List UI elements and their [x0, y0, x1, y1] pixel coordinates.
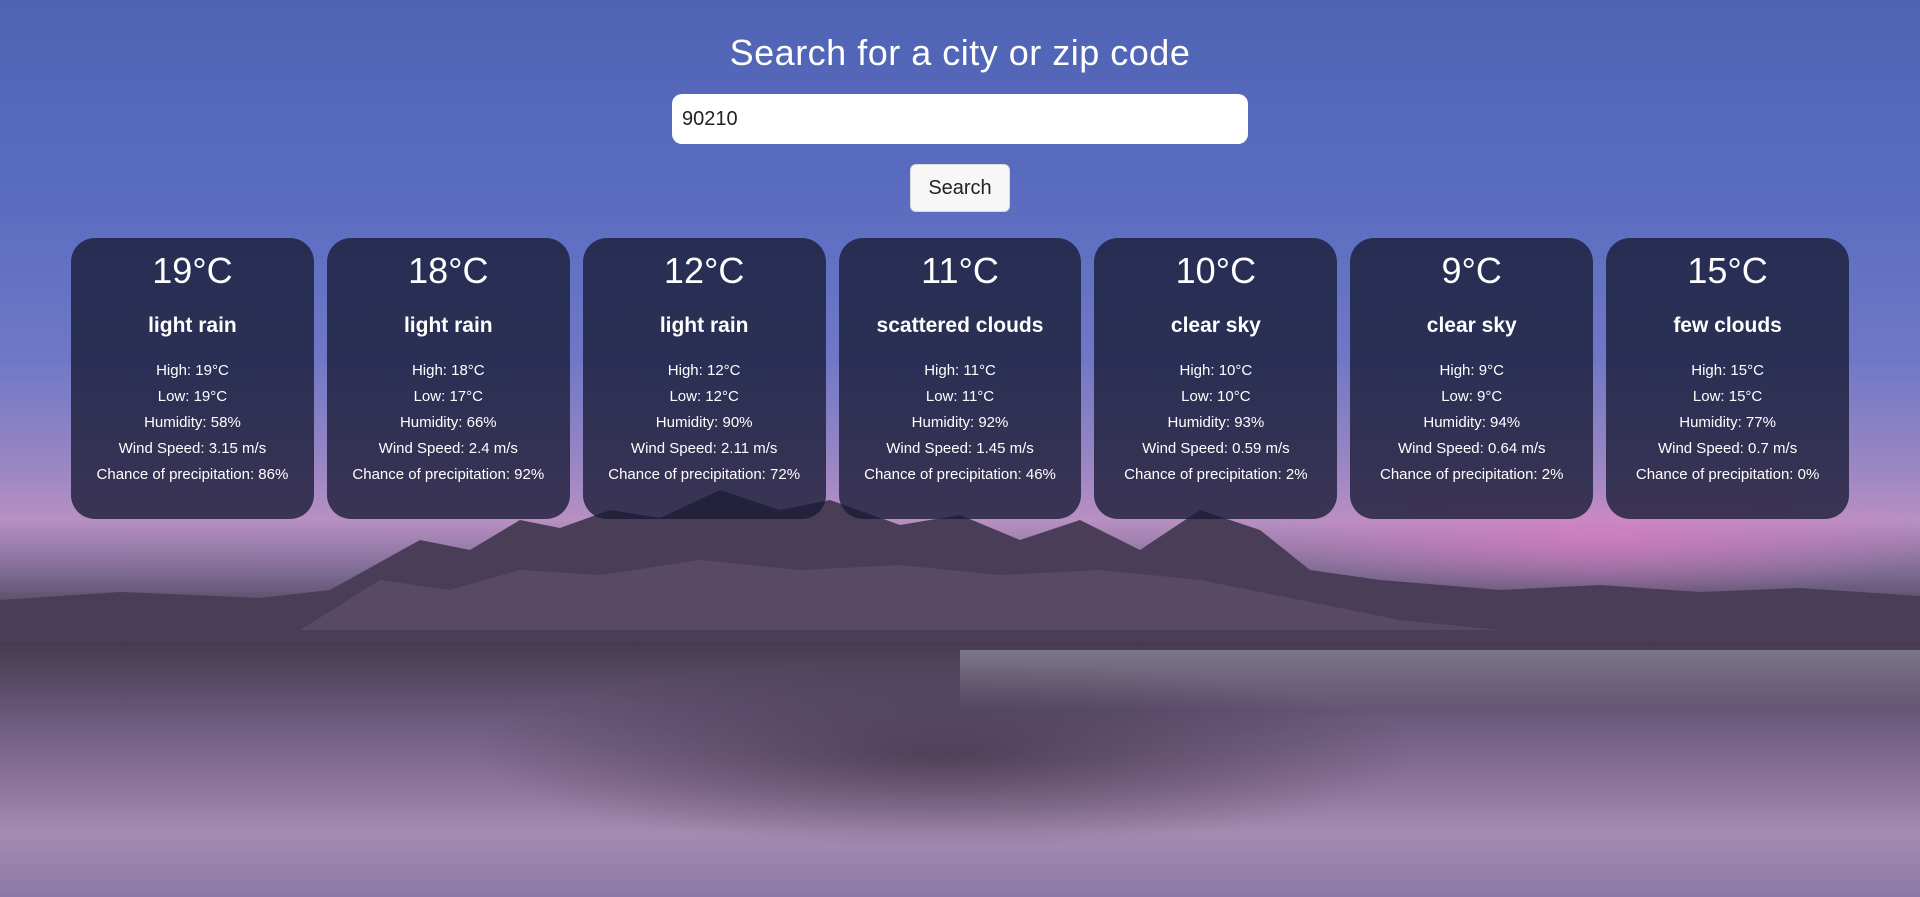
card-wind-speed: Wind Speed: 2.11 m/s [630, 440, 778, 457]
card-humidity: Humidity: 94% [1423, 414, 1521, 431]
forecast-card: 15°C few clouds High: 15°C Low: 15°C Hum… [1606, 238, 1850, 519]
card-description: clear sky [1426, 314, 1517, 337]
card-wind-speed: Wind Speed: 0.59 m/s [1142, 440, 1290, 457]
card-high: High: 18°C [411, 362, 485, 379]
card-description: clear sky [1170, 314, 1261, 337]
card-humidity: Humidity: 58% [144, 414, 241, 431]
card-description: few clouds [1673, 314, 1782, 337]
card-wind-speed: Wind Speed: 0.7 m/s [1657, 440, 1798, 457]
card-high: High: 15°C [1691, 362, 1764, 379]
card-precipitation: Chance of precipitation: 2% [1380, 466, 1564, 483]
card-details: High: 19°C Low: 19°C Humidity: 58% Wind … [97, 358, 289, 488]
search-input[interactable] [672, 94, 1248, 144]
card-high: High: 10°C [1179, 362, 1253, 379]
card-high: High: 11°C [924, 362, 996, 379]
forecast-card: 12°C light rain High: 12°C Low: 12°C Hum… [582, 238, 826, 519]
card-details: High: 9°C Low: 9°C Humidity: 94% Wind Sp… [1380, 358, 1563, 488]
forecast-card: 11°C scattered clouds High: 11°C Low: 11… [838, 238, 1082, 519]
card-temperature: 15°C [1687, 250, 1768, 291]
card-temperature: 18°C [408, 250, 489, 291]
card-humidity: Humidity: 93% [1167, 414, 1265, 431]
card-humidity: Humidity: 77% [1679, 414, 1776, 431]
card-precipitation: Chance of precipitation: 2% [1124, 466, 1308, 483]
card-wind-speed: Wind Speed: 2.4 m/s [378, 440, 518, 457]
forecast-card: 10°C clear sky High: 10°C Low: 10°C Humi… [1094, 238, 1338, 519]
card-high: High: 12°C [667, 362, 741, 379]
card-wind-speed: Wind Speed: 3.15 m/s [118, 440, 267, 457]
card-low: Low: 19°C [157, 388, 228, 405]
card-precipitation: Chance of precipitation: 46% [864, 466, 1056, 483]
forecast-card: 18°C light rain High: 18°C Low: 17°C Hum… [326, 238, 570, 519]
card-low: Low: 10°C [1181, 388, 1251, 405]
card-temperature: 11°C [921, 250, 999, 291]
card-precipitation: Chance of precipitation: 86% [96, 466, 289, 483]
card-temperature: 10°C [1175, 250, 1257, 291]
card-humidity: Humidity: 66% [399, 414, 497, 431]
card-humidity: Humidity: 92% [911, 414, 1009, 431]
card-low: Low: 11°C [925, 388, 995, 405]
card-temperature: 9°C [1441, 250, 1502, 291]
forecast-card: 9°C clear sky High: 9°C Low: 9°C Humidit… [1350, 238, 1594, 519]
card-description: scattered clouds [876, 314, 1044, 337]
card-temperature: 12°C [663, 250, 745, 291]
card-description: light rain [403, 314, 493, 337]
card-precipitation: Chance of precipitation: 72% [608, 466, 801, 483]
forecast-cards: 19°C light rain High: 19°C Low: 19°C Hum… [71, 238, 1850, 519]
page-title: Search for a city or zip code [729, 32, 1191, 73]
card-wind-speed: Wind Speed: 1.45 m/s [886, 440, 1034, 457]
card-low: Low: 17°C [413, 388, 483, 405]
main-content: Search for a city or zip code Search 19°… [0, 0, 1920, 519]
card-precipitation: Chance of precipitation: 92% [352, 466, 545, 483]
card-wind-speed: Wind Speed: 0.64 m/s [1397, 440, 1546, 457]
card-details: High: 10°C Low: 10°C Humidity: 93% Wind … [1124, 358, 1307, 488]
card-low: Low: 12°C [669, 388, 739, 405]
search-button[interactable]: Search [910, 164, 1010, 212]
card-details: High: 18°C Low: 17°C Humidity: 66% Wind … [352, 358, 544, 488]
card-precipitation: Chance of precipitation: 0% [1635, 466, 1820, 483]
mountain-reflection [470, 660, 1420, 850]
card-description: light rain [148, 314, 237, 337]
card-details: High: 15°C Low: 15°C Humidity: 77% Wind … [1636, 358, 1819, 488]
card-humidity: Humidity: 90% [655, 414, 753, 431]
card-low: Low: 15°C [1692, 388, 1763, 405]
card-details: High: 12°C Low: 12°C Humidity: 90% Wind … [608, 358, 800, 488]
card-temperature: 19°C [152, 250, 233, 291]
card-low: Low: 9°C [1441, 388, 1503, 405]
card-description: light rain [659, 314, 749, 337]
card-high: High: 19°C [156, 362, 229, 379]
forecast-card: 19°C light rain High: 19°C Low: 19°C Hum… [71, 238, 314, 519]
card-high: High: 9°C [1439, 362, 1504, 379]
card-details: High: 11°C Low: 11°C Humidity: 92% Wind … [864, 358, 1056, 488]
